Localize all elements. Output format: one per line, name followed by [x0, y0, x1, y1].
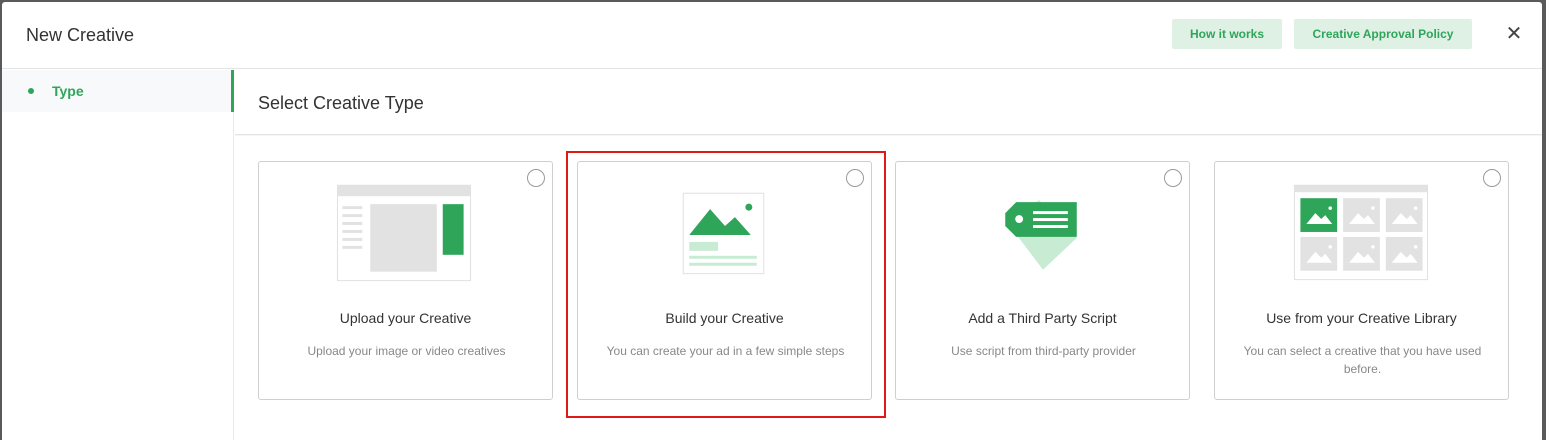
upload-layout-icon	[336, 184, 472, 282]
creative-type-card-library[interactable]: Use from your Creative Library You can s…	[1214, 161, 1509, 400]
sidebar-item-label: Type	[52, 83, 84, 99]
creative-type-card-build[interactable]: Build your Creative You can create your …	[577, 161, 872, 400]
how-it-works-button[interactable]: How it works	[1172, 19, 1282, 49]
creative-type-options: Upload your Creative Upload your image o…	[235, 136, 1542, 440]
card-title: Upload your Creative	[339, 310, 472, 326]
card-description: You can create your ad in a few simple s…	[606, 344, 845, 358]
card-title: Build your Creative	[665, 310, 784, 326]
creative-type-card-third-party-script[interactable]: Add a Third Party Script Use script from…	[895, 161, 1190, 400]
modal-title: New Creative	[26, 25, 135, 45]
sidebar-item-type[interactable]: Type	[2, 70, 234, 112]
new-creative-modal: New Creative How it works Creative Appro…	[2, 2, 1542, 440]
tag-icon	[1005, 200, 1077, 270]
card-title: Use from your Creative Library	[1266, 310, 1457, 326]
card-description: Upload your image or video creatives	[307, 344, 506, 358]
active-dot-icon	[28, 88, 34, 94]
card-description: Use script from third-party provider	[951, 344, 1136, 358]
creative-type-card-upload[interactable]: Upload your Creative Upload your image o…	[258, 161, 553, 400]
card-title: Add a Third Party Script	[968, 310, 1117, 326]
library-grid-icon	[1293, 184, 1429, 281]
card-description: You can select a creative that you have …	[1243, 344, 1482, 376]
main-content: Select Creative Type Upload your Creativ…	[235, 70, 1542, 440]
sidebar: Type	[2, 70, 234, 440]
modal-header: New Creative How it works Creative Appro…	[2, 2, 1542, 69]
build-image-icon	[682, 192, 765, 275]
content-header: Select Creative Type	[235, 70, 1542, 135]
close-icon[interactable]: ✕	[1504, 24, 1524, 44]
creative-approval-policy-button[interactable]: Creative Approval Policy	[1294, 19, 1472, 49]
section-title: Select Creative Type	[258, 93, 424, 113]
